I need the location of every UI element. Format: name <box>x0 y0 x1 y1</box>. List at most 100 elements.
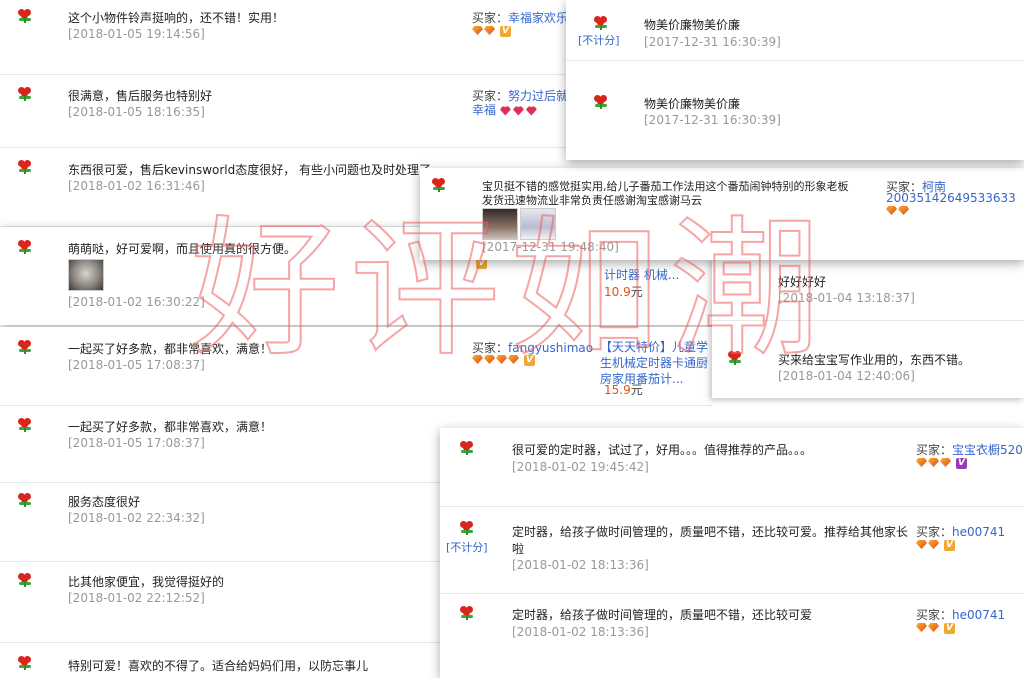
review-date: [2017-12-31 16:30:39] <box>644 113 781 127</box>
review-text: 一起买了好多款，都非常喜欢，满意！ <box>68 342 273 356</box>
buyer-info: 买家：he00741 <box>916 523 1005 540</box>
review-panel-top-right: [不计分] 物美价廉物美价廉 [2017-12-31 16:30:39] 物美价… <box>566 0 1024 160</box>
buyer-name-link[interactable]: fangyushimao <box>508 341 593 355</box>
flower-rating-icon <box>460 606 474 620</box>
gem-icon <box>472 355 483 364</box>
buyer-level-icons: V <box>472 26 511 38</box>
review-row: [不计分] 定时器，给孩子做时间管理的，质量吧不错，还比较可爱。推荐给其他家长 … <box>440 507 1024 594</box>
flower-rating-icon <box>18 9 32 23</box>
gem-icon <box>484 355 495 364</box>
review-text: 特别可爱！喜欢的不得了。适合给妈妈们用，以防忘事儿 <box>68 659 369 673</box>
review-photo-thumbnail[interactable] <box>68 259 104 291</box>
buyer-id-link[interactable]: 20035142649533633 <box>886 191 1016 205</box>
flower-rating-icon <box>18 340 32 354</box>
price-unit: 元 <box>630 285 643 299</box>
buyer-level-icons: V <box>916 623 955 635</box>
review-row: 买来给宝宝写作业用的，东西不错。 [2018-01-04 12:40:06] <box>712 338 1024 398</box>
buyer-level-icons: V <box>916 540 955 552</box>
buyer-label: 买家： <box>916 443 953 457</box>
heart-icon <box>525 105 537 116</box>
review-panel-middle: 宝贝挺不错的感觉挺实用,给儿子番茄工作法用这个番茄闹钟特别的形象老板 发货迅速物… <box>420 168 1024 260</box>
review-row: [不计分] 物美价廉物美价廉 [2017-12-31 16:30:39] <box>566 0 1024 61</box>
flower-rating-icon <box>18 493 32 507</box>
review-text: 比其他家便宜，我觉得挺好的 <box>68 575 225 589</box>
review-photo-thumbnail[interactable] <box>482 208 518 240</box>
not-counted-label: [不计分] <box>446 541 488 554</box>
review-date: [2017-12-31 16:30:39] <box>644 35 781 49</box>
review-panel-bottom-right: 很可爱的定时器，试过了，好用。。。值得推荐的产品。。。 [2018-01-02 … <box>440 428 1024 678</box>
buyer-name-link[interactable]: 幸福 <box>472 103 496 117</box>
flower-rating-icon <box>432 178 446 192</box>
vip-badge-icon: V <box>500 26 511 37</box>
gem-icon <box>916 458 927 467</box>
flower-rating-icon <box>728 351 742 365</box>
gem-icon <box>940 458 951 467</box>
vip-badge-icon: V <box>944 623 955 634</box>
review-row: 好好好好 [2018-01-04 13:18:37] <box>712 258 1024 321</box>
flower-rating-icon <box>594 16 608 30</box>
review-row: 一起买了好多款，都非常喜欢，满意！ [2018-01-05 17:08:37] … <box>0 327 712 406</box>
buyer-name-link[interactable]: he00741 <box>952 525 1005 539</box>
review-text: 这个小物件铃声挺响的，还不错！实用！ <box>68 11 285 25</box>
review-date: [2018-01-05 17:08:37] <box>68 436 205 450</box>
review-date: [2018-01-04 13:18:37] <box>778 291 915 305</box>
price-value: 15.9 <box>604 383 631 397</box>
product-link[interactable]: 计时器 机械... <box>604 267 684 283</box>
flower-rating-icon <box>18 240 32 254</box>
flower-rating-icon <box>460 441 474 455</box>
gem-icon <box>928 540 939 549</box>
review-text: 物美价廉物美价廉 <box>644 18 741 32</box>
review-date: [2018-01-04 12:40:06] <box>778 369 915 383</box>
price-value: 10.9 <box>604 285 631 299</box>
review-text: 很满意，售后服务也特别好 <box>68 89 213 103</box>
vip-badge-icon: V <box>524 355 535 366</box>
gem-icon <box>496 355 507 364</box>
review-text: 物美价廉物美价廉 <box>644 97 741 111</box>
buyer-label: 买家： <box>472 11 509 25</box>
review-date: [2018-01-05 19:14:56] <box>68 27 205 41</box>
review-text: 买来给宝宝写作业用的，东西不错。 <box>778 353 971 367</box>
buyer-name-link[interactable]: 宝宝衣橱520 <box>952 443 1023 457</box>
review-date: [2018-01-02 18:13:36] <box>512 558 649 572</box>
review-text: 服务态度很好 <box>68 495 141 509</box>
gem-icon <box>886 206 897 215</box>
buyer-name-link[interactable]: 幸福家欢乐 <box>508 11 568 25</box>
gem-icon <box>916 540 927 549</box>
buyer-info-line2: 幸福 <box>472 101 539 118</box>
review-date: [2018-01-02 16:30:22] <box>68 295 205 309</box>
review-photo-thumbnail[interactable] <box>520 208 556 240</box>
review-text-line2: 啦 <box>512 542 525 556</box>
buyer-level-icons <box>886 206 910 218</box>
flower-rating-icon <box>18 656 32 670</box>
product-price: 15.9元 <box>604 381 643 398</box>
product-link[interactable]: 【天天特价】儿童学生机械定时器卡通厨房家用番茄计... <box>600 339 710 387</box>
gem-icon <box>508 355 519 364</box>
review-row: 定时器，给孩子做时间管理的，质量吧不错，还比较可爱 [2018-01-02 18… <box>440 594 1024 678</box>
flower-rating-icon <box>594 95 608 109</box>
buyer-name-link[interactable]: he00741 <box>952 608 1005 622</box>
review-date: [2018-01-02 22:12:52] <box>68 591 205 605</box>
buyer-label: 买家： <box>916 608 953 622</box>
gem-icon <box>484 26 495 35</box>
price-unit: 元 <box>630 383 643 397</box>
flower-rating-icon <box>18 87 32 101</box>
review-text: 东西很可爱，售后kevinsworld态度很好， 有些小问题也及时处理了。 <box>68 163 444 177</box>
review-text: 一起买了好多款，都非常喜欢，满意！ <box>68 420 273 434</box>
buyer-info: 买家：he00741 <box>916 606 1005 623</box>
buyer-id: 20035142649533633 <box>886 191 1016 205</box>
gem-icon <box>898 206 909 215</box>
review-text: 很可爱的定时器，试过了，好用。。。值得推荐的产品。。。 <box>512 443 813 457</box>
buyer-level-icons: V <box>472 355 535 367</box>
review-row: 很可爱的定时器，试过了，好用。。。值得推荐的产品。。。 [2018-01-02 … <box>440 428 1024 507</box>
buyer-label: 买家： <box>472 341 509 355</box>
vip-badge-icon: V <box>944 540 955 551</box>
review-text: 萌萌哒，好可爱啊，而且使用真的很方便。 <box>68 242 297 256</box>
not-counted-label: [不计分] <box>578 34 620 47</box>
buyer-info: 买家：宝宝衣橱520 <box>916 441 1023 458</box>
review-text: 定时器，给孩子做时间管理的，质量吧不错，还比较可爱 <box>512 608 813 622</box>
review-text: 好好好好 <box>778 275 827 289</box>
buyer-level-icons: V <box>916 458 967 470</box>
buyer-info: 买家：幸福家欢乐 <box>472 9 568 26</box>
heart-icon <box>499 105 511 116</box>
review-row: 物美价廉物美价廉 [2017-12-31 16:30:39] <box>566 78 1024 138</box>
